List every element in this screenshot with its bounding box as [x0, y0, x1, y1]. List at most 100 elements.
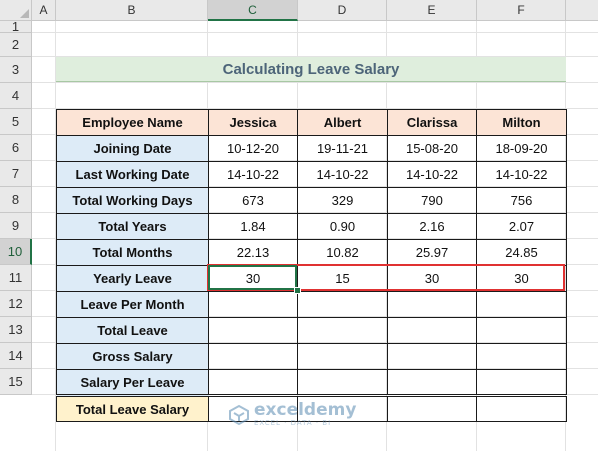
employee-name-cell[interactable]: Clarissa: [387, 109, 477, 136]
row-label-cell[interactable]: Total Working Days: [56, 187, 209, 214]
value-cell[interactable]: 10-12-20: [208, 135, 298, 162]
table-row: Leave Per Month: [56, 291, 567, 318]
column-header-e[interactable]: E: [387, 0, 477, 21]
column-header-g[interactable]: [566, 0, 598, 21]
value-cell[interactable]: 24.85: [476, 239, 567, 266]
row-header-12[interactable]: 12: [0, 291, 32, 317]
value-cell[interactable]: [208, 317, 298, 344]
column-header-d[interactable]: D: [298, 0, 387, 21]
row-label-cell[interactable]: Total Months: [56, 239, 209, 266]
exceldemy-logo-icon: [229, 404, 249, 425]
row-label-cell[interactable]: Joining Date: [56, 135, 209, 162]
row-header-6[interactable]: 6: [0, 135, 32, 161]
row-header-15[interactable]: 15: [0, 369, 32, 395]
row-header-14[interactable]: 14: [0, 343, 32, 369]
table-row: Gross Salary: [56, 343, 567, 370]
row-header-10[interactable]: 10: [0, 239, 32, 265]
table-row: Salary Per Leave: [56, 369, 567, 396]
sheet-title[interactable]: Calculating Leave Salary: [56, 57, 566, 82]
value-cell[interactable]: 14-10-22: [297, 161, 388, 188]
watermark-tagline: EXCEL · DATA · BI: [254, 419, 332, 427]
value-cell[interactable]: 0.90: [297, 213, 388, 240]
column-header-c[interactable]: C: [208, 0, 298, 21]
value-cell[interactable]: 19-11-21: [297, 135, 388, 162]
fill-handle[interactable]: [294, 287, 301, 294]
row-label-cell[interactable]: Total Years: [56, 213, 209, 240]
row-header-3[interactable]: 3: [0, 57, 32, 83]
table-row: Total Leave: [56, 317, 567, 344]
column-header-a[interactable]: A: [32, 0, 56, 21]
value-cell[interactable]: 15-08-20: [387, 135, 477, 162]
row-label-cell[interactable]: Leave Per Month: [56, 291, 209, 318]
value-cell[interactable]: 2.16: [387, 213, 477, 240]
value-cell[interactable]: 1.84: [208, 213, 298, 240]
row-header-4[interactable]: 4: [0, 83, 32, 109]
value-cell[interactable]: [476, 394, 567, 422]
row-label-cell[interactable]: Last Working Date: [56, 161, 209, 188]
row-header-8[interactable]: 8: [0, 187, 32, 213]
value-cell[interactable]: [476, 343, 567, 370]
value-cell[interactable]: 10.82: [297, 239, 388, 266]
employee-name-header[interactable]: Employee Name: [56, 109, 209, 136]
value-cell[interactable]: 673: [208, 187, 298, 214]
row-header-7[interactable]: 7: [0, 161, 32, 187]
select-all-corner[interactable]: [0, 0, 32, 21]
value-cell[interactable]: [387, 394, 477, 422]
row-label-cell[interactable]: Gross Salary: [56, 343, 209, 370]
value-cell[interactable]: 2.07: [476, 213, 567, 240]
watermark-name: exceldemy: [254, 400, 357, 420]
value-cell[interactable]: 25.97: [387, 239, 477, 266]
row-header-9[interactable]: 9: [0, 213, 32, 239]
value-cell[interactable]: 30: [476, 265, 567, 292]
select-all-triangle-icon: [20, 9, 29, 18]
leave-salary-table: Employee Name Jessica Albert Clarissa Mi…: [56, 109, 567, 422]
value-cell[interactable]: 30: [387, 265, 477, 292]
value-cell[interactable]: 14-10-22: [476, 161, 567, 188]
table-row: Joining Date 10-12-20 19-11-21 15-08-20 18-0…: [56, 135, 567, 162]
value-cell[interactable]: 22.13: [208, 239, 298, 266]
value-cell[interactable]: [476, 369, 567, 396]
table-row: Yearly Leave 30 15 30 30: [56, 265, 567, 292]
table-row: Total Months 22.13 10.82 25.97 24.85: [56, 239, 567, 266]
value-cell[interactable]: 329: [297, 187, 388, 214]
value-cell[interactable]: [297, 369, 388, 396]
row-header-13[interactable]: 13: [0, 317, 32, 343]
value-cell[interactable]: [387, 317, 477, 344]
value-cell[interactable]: [387, 369, 477, 396]
table-row: Total Years 1.84 0.90 2.16 2.07: [56, 213, 567, 240]
value-cell[interactable]: [208, 369, 298, 396]
table-header-row: Employee Name Jessica Albert Clarissa Mi…: [56, 109, 567, 136]
value-cell[interactable]: [297, 291, 388, 318]
row-header-11[interactable]: 11: [0, 265, 32, 291]
value-cell[interactable]: 18-09-20: [476, 135, 567, 162]
employee-name-cell[interactable]: Milton: [476, 109, 567, 136]
value-cell[interactable]: [208, 291, 298, 318]
row-label-cell[interactable]: Total Leave Salary: [56, 394, 209, 422]
column-header-f[interactable]: F: [477, 0, 566, 21]
column-header-b[interactable]: B: [56, 0, 208, 21]
watermark: exceldemy EXCEL · DATA · BI: [228, 402, 356, 427]
value-cell[interactable]: 756: [476, 187, 567, 214]
employee-name-cell[interactable]: Albert: [297, 109, 388, 136]
value-cell[interactable]: 30: [208, 265, 298, 292]
row-label-cell[interactable]: Yearly Leave: [56, 265, 209, 292]
row-label-cell[interactable]: Total Leave: [56, 317, 209, 344]
value-cell[interactable]: [387, 343, 477, 370]
value-cell[interactable]: [297, 317, 388, 344]
value-cell[interactable]: 15: [297, 265, 388, 292]
row-label-cell[interactable]: Salary Per Leave: [56, 369, 209, 396]
row-header-1[interactable]: 1: [0, 20, 32, 33]
value-cell[interactable]: [297, 343, 388, 370]
value-cell[interactable]: 790: [387, 187, 477, 214]
row-header-5[interactable]: 5: [0, 109, 32, 135]
value-cell[interactable]: [387, 291, 477, 318]
table-row: Last Working Date 14-10-22 14-10-22 14-10-2…: [56, 161, 567, 188]
value-cell[interactable]: 14-10-22: [208, 161, 298, 188]
value-cell[interactable]: 14-10-22: [387, 161, 477, 188]
value-cell[interactable]: [208, 343, 298, 370]
table-row: Total Working Days 673 329 790 756: [56, 187, 567, 214]
row-header-2[interactable]: 2: [0, 33, 32, 57]
value-cell[interactable]: [476, 317, 567, 344]
value-cell[interactable]: [476, 291, 567, 318]
employee-name-cell[interactable]: Jessica: [208, 109, 298, 136]
